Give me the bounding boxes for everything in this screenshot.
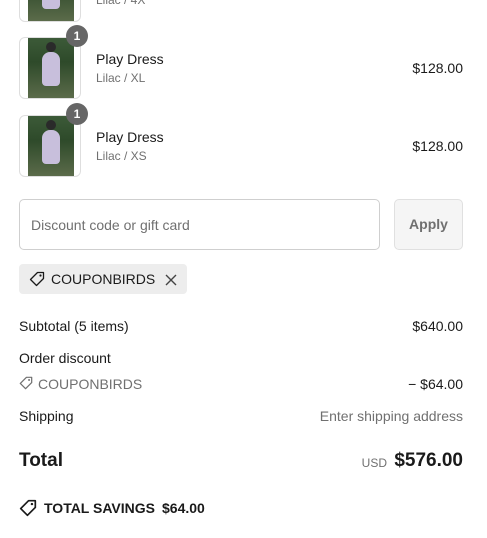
item-variant: Lilac / XL: [96, 71, 146, 85]
discount-code-text: COUPONBIRDS: [38, 376, 143, 392]
subtotal-value: $640.00: [412, 318, 463, 334]
item-title: Play Dress: [96, 129, 164, 145]
coupon-code-label: COUPONBIRDS: [51, 271, 156, 287]
product-thumbnail: [19, 115, 81, 177]
discount-code-input[interactable]: [19, 199, 380, 250]
shipping-label: Shipping: [19, 408, 74, 424]
quantity-badge: 1: [66, 103, 88, 125]
total-label: Total: [19, 450, 63, 471]
item-price: $128.00: [412, 138, 463, 154]
shipping-value: Enter shipping address: [319, 408, 463, 424]
item-variant: Lilac / XS: [96, 149, 147, 163]
applied-coupon-chip: COUPONBIRDS: [19, 264, 187, 294]
order-discount-label: Order discount: [19, 350, 111, 366]
tag-icon: [29, 271, 45, 292]
item-variant: Lilac / 4X: [96, 0, 146, 7]
discount-value: − $64.00: [408, 376, 463, 392]
currency-code: USD: [361, 456, 387, 470]
product-thumbnail: [19, 0, 81, 22]
item-price: $128.00: [412, 60, 463, 76]
close-icon[interactable]: [165, 273, 177, 291]
apply-discount-button[interactable]: Apply: [394, 199, 463, 250]
product-thumbnail: [19, 37, 81, 99]
quantity-badge: 1: [66, 25, 88, 47]
total-value: $576.00: [394, 450, 463, 471]
savings-value: $64.00: [162, 500, 205, 516]
tag-icon: [19, 499, 37, 520]
item-title: Play Dress: [96, 51, 164, 67]
tag-icon: [19, 376, 33, 395]
subtotal-label: Subtotal (5 items): [19, 318, 129, 334]
savings-label: TOTAL SAVINGS: [44, 500, 155, 516]
